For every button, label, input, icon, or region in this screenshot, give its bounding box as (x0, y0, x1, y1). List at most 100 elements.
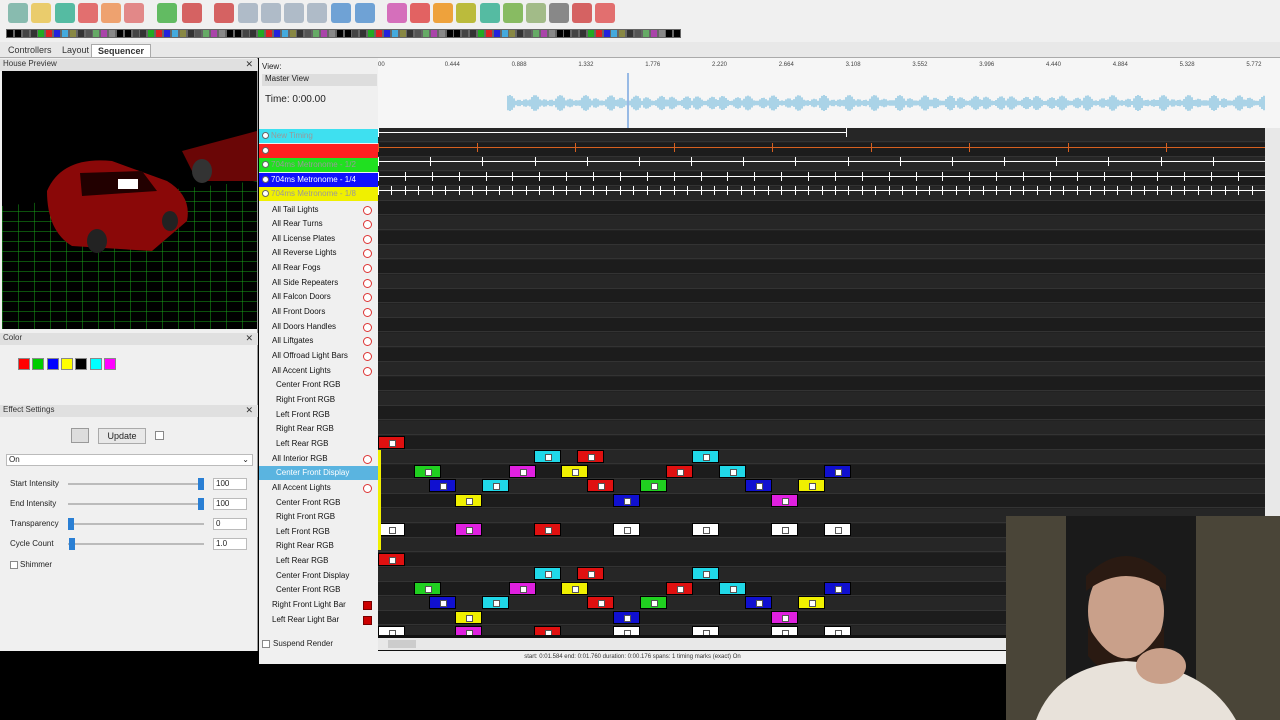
effect-block[interactable] (587, 479, 614, 492)
toolbar-button-icon[interactable] (480, 3, 500, 23)
effect-block[interactable] (455, 494, 482, 507)
effect-icon[interactable] (461, 29, 470, 38)
effect-icon[interactable] (29, 29, 38, 38)
model-track-label[interactable]: Left Rear RGB (259, 437, 378, 451)
effect-block[interactable] (692, 523, 719, 536)
effect-block[interactable] (666, 582, 693, 595)
timing-mark[interactable] (1056, 157, 1058, 166)
effect-icon[interactable] (531, 29, 540, 38)
timeline-ruler[interactable]: 00 0.444 0.888 1.332 1.776 2.220 2.664 3.108 3.5… (378, 58, 1280, 133)
timing-mark[interactable] (691, 157, 693, 166)
effect-block[interactable] (719, 465, 746, 478)
effect-block[interactable] (798, 596, 825, 609)
timing-mark[interactable] (848, 186, 850, 195)
effect-block[interactable] (692, 567, 719, 580)
timing-mark[interactable] (566, 172, 568, 181)
timing-mark[interactable] (996, 172, 998, 181)
effect-icon[interactable] (13, 29, 22, 38)
timing-mark[interactable] (754, 172, 756, 181)
timing-mark[interactable] (646, 186, 648, 195)
timing-mark[interactable] (633, 186, 635, 195)
timing-mark[interactable] (740, 186, 742, 195)
effect-block[interactable] (577, 450, 604, 463)
timing-mark[interactable] (847, 157, 849, 166)
effect-icon[interactable] (108, 29, 117, 38)
color-swatch[interactable] (89, 358, 102, 370)
model-track-label[interactable]: Right Front Light Bar (259, 598, 378, 612)
effect-block[interactable] (414, 465, 441, 478)
timing-mark[interactable] (870, 143, 872, 152)
effect-icon[interactable] (6, 29, 14, 38)
timing-mark[interactable] (512, 172, 514, 181)
timing-mark[interactable] (1211, 186, 1213, 195)
model-track-label[interactable]: All Rear Fogs (259, 261, 378, 275)
toolbar-button-icon[interactable] (78, 3, 98, 23)
timing-mark[interactable] (482, 157, 484, 166)
timing-mark[interactable] (673, 186, 675, 195)
toolbar-button-icon[interactable] (355, 3, 375, 23)
timing-mark[interactable] (902, 186, 904, 195)
model-track-label[interactable]: Left Rear Light Bar (259, 613, 378, 627)
model-track-label[interactable]: All License Plates (259, 232, 378, 246)
effect-icon[interactable] (406, 29, 415, 38)
effect-icon[interactable] (296, 29, 305, 38)
model-track-label[interactable]: All Doors Handles (259, 320, 378, 334)
effect-icon[interactable] (288, 29, 297, 38)
timing-mark[interactable] (808, 172, 810, 181)
model-track-label[interactable]: Right Front RGB (259, 510, 378, 524)
view-select[interactable]: Master View (262, 74, 377, 86)
timing-mark[interactable] (418, 186, 420, 195)
effect-block[interactable] (561, 582, 588, 595)
timing-mark[interactable] (1090, 186, 1092, 195)
timing-mark[interactable] (445, 186, 447, 195)
timing-mark[interactable] (982, 186, 984, 195)
effect-setting-value[interactable]: 100 (213, 498, 247, 510)
timing-mark[interactable] (1238, 172, 1240, 181)
timing-active-icon[interactable] (262, 161, 269, 169)
timing-mark[interactable] (713, 186, 715, 195)
timing-mark[interactable] (579, 186, 581, 195)
toolbar-button-icon[interactable] (182, 3, 202, 23)
timing-mark[interactable] (1184, 186, 1186, 195)
effect-icon[interactable] (602, 29, 611, 38)
timing-track-label[interactable] (259, 143, 378, 158)
effect-block[interactable] (692, 626, 719, 635)
model-track-label[interactable]: All Reverse Lights (259, 246, 378, 260)
effect-block[interactable] (429, 479, 456, 492)
effect-block[interactable] (378, 553, 405, 566)
effect-icon[interactable] (429, 29, 438, 38)
timing-mark[interactable] (378, 128, 379, 137)
timing-mark[interactable] (1009, 186, 1011, 195)
effect-block[interactable] (455, 626, 482, 635)
effect-block[interactable] (561, 465, 588, 478)
timing-mark[interactable] (1157, 172, 1159, 181)
timing-mark[interactable] (404, 186, 406, 195)
effect-icon[interactable] (320, 29, 328, 38)
effect-setting-value[interactable]: 0 (213, 518, 247, 530)
timing-mark[interactable] (1049, 186, 1051, 195)
toolbar-button-icon[interactable] (124, 3, 144, 23)
effect-block[interactable] (824, 626, 851, 635)
update-checkbox[interactable] (155, 431, 164, 440)
toolbar-button-icon[interactable] (433, 3, 453, 23)
effect-block[interactable] (455, 611, 482, 624)
effect-icon[interactable] (327, 29, 336, 38)
timing-mark[interactable] (638, 157, 640, 166)
effect-icon[interactable] (115, 29, 124, 38)
effect-icon[interactable] (634, 29, 642, 38)
model-track-label[interactable]: Center Front Display (259, 569, 378, 583)
effect-icon[interactable] (673, 29, 682, 38)
timing-mark[interactable] (687, 186, 689, 195)
model-track-label[interactable]: All Rear Turns (259, 217, 378, 231)
timing-mark[interactable] (673, 143, 675, 152)
model-track-label[interactable]: All Tail Lights (259, 203, 378, 217)
effect-block[interactable] (771, 626, 798, 635)
effect-icon[interactable] (524, 29, 533, 38)
effect-icon[interactable] (437, 29, 446, 38)
toolbar-button-icon[interactable] (503, 3, 523, 23)
effect-icon[interactable] (68, 29, 77, 38)
timing-mark[interactable] (378, 143, 379, 152)
timing-mark[interactable] (575, 143, 577, 152)
effect-icon[interactable] (123, 29, 132, 38)
timing-mark[interactable] (673, 172, 675, 181)
